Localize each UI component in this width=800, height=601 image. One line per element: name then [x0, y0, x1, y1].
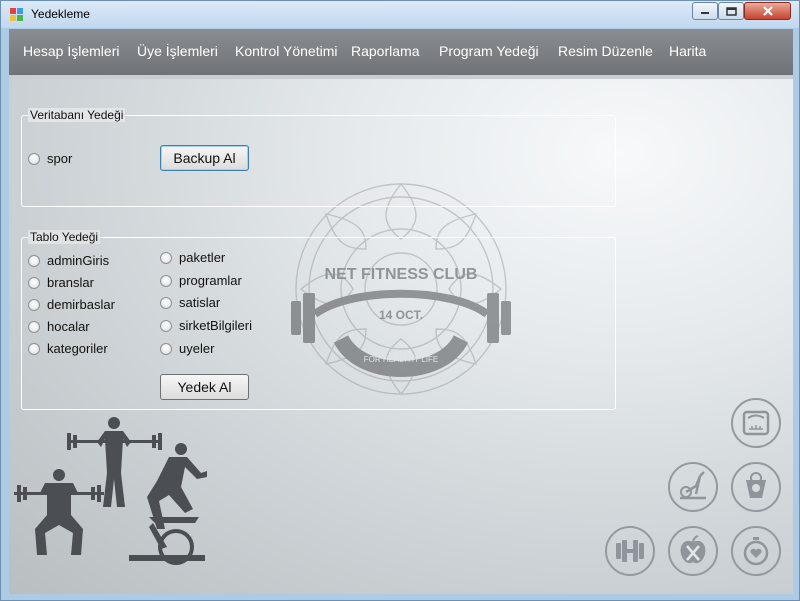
dumbbell-icon[interactable] [605, 526, 655, 576]
radio-programlar[interactable]: programlar [160, 273, 242, 288]
radio-satislar[interactable]: satislar [160, 295, 220, 310]
minimize-icon [701, 12, 709, 14]
radio-label: programlar [179, 273, 242, 288]
radio-label: spor [47, 151, 73, 166]
window-title: Yedekleme [31, 7, 90, 21]
radio-label: paketler [179, 250, 226, 265]
radio-label: branslar [47, 275, 94, 290]
menu-uye-islemleri[interactable]: Üye İşlemleri [137, 43, 218, 59]
database-backup-group: Veritabanı Yedeği spor Backup Al [21, 108, 616, 207]
scale-icon[interactable] [731, 398, 781, 448]
backup-button[interactable]: Backup Al [160, 145, 249, 171]
maximize-button[interactable] [718, 2, 744, 20]
radio-circle[interactable] [28, 320, 40, 333]
radio-label: kategoriler [47, 341, 108, 356]
radio-circle[interactable] [160, 342, 172, 355]
apple-fork-knife-icon[interactable] [668, 526, 718, 576]
radio-label: adminGiris [47, 253, 110, 268]
radio-circle[interactable] [160, 251, 172, 264]
menu-harita[interactable]: Harita [669, 43, 706, 59]
radio-label: uyeler [179, 341, 215, 356]
app-window: Yedekleme NET FITNESS CLUB 14 OCT. FOR H… [0, 0, 800, 601]
stopwatch-heart-icon[interactable] [731, 526, 781, 576]
menu-hesap-islemleri[interactable]: Hesap İşlemleri [23, 43, 119, 59]
radio-paketler[interactable]: paketler [160, 250, 225, 265]
table-backup-button[interactable]: Yedek Al [160, 374, 249, 400]
weight-icon[interactable] [731, 462, 781, 512]
radio-circle[interactable] [160, 274, 172, 287]
app-icon [10, 8, 23, 21]
menu-kontrol-yonetimi[interactable]: Kontrol Yönetimi [235, 43, 337, 59]
exercise-bike-icon[interactable] [668, 462, 718, 512]
radio-uyeler[interactable]: uyeler [160, 341, 214, 356]
close-icon [762, 6, 773, 16]
radio-spor[interactable]: spor [28, 151, 72, 166]
radio-admingiris[interactable]: adminGiris [28, 253, 109, 268]
radio-label: sirketBilgileri [179, 318, 252, 333]
table-backup-group: Tablo Yedeği adminGiris branslar demirba… [21, 230, 616, 410]
radio-circle[interactable] [28, 254, 40, 267]
menu-program-yedegi[interactable]: Program Yedeği [439, 43, 539, 59]
radio-circle[interactable] [28, 298, 40, 311]
radio-hocalar[interactable]: hocalar [28, 319, 90, 334]
minimize-button[interactable] [692, 2, 718, 20]
database-backup-label: Veritabanı Yedeği [28, 108, 126, 122]
radio-demirbaslar[interactable]: demirbaslar [28, 297, 115, 312]
radio-kategoriler[interactable]: kategoriler [28, 341, 108, 356]
radio-circle[interactable] [28, 152, 40, 165]
close-button[interactable] [744, 2, 791, 20]
radio-circle[interactable] [28, 342, 40, 355]
radio-label: hocalar [47, 319, 90, 334]
radio-circle[interactable] [28, 276, 40, 289]
athletes-illustration [14, 417, 207, 565]
menu-raporlama[interactable]: Raporlama [351, 43, 419, 59]
table-backup-label: Tablo Yedeği [28, 230, 101, 244]
radio-circle[interactable] [160, 319, 172, 332]
maximize-icon [725, 6, 737, 16]
title-bar[interactable]: Yedekleme [1, 1, 799, 28]
radio-label: demirbaslar [47, 297, 115, 312]
client-area: NET FITNESS CLUB 14 OCT. FOR HEALTHY LIF… [9, 29, 793, 594]
radio-label: satislar [179, 295, 221, 310]
radio-branslar[interactable]: branslar [28, 275, 94, 290]
radio-sirketbilgileri[interactable]: sirketBilgileri [160, 318, 252, 333]
menu-resim-duzenle[interactable]: Resim Düzenle [558, 43, 653, 59]
menu-bar: Hesap İşlemleri Üye İşlemleri Kontrol Yö… [9, 29, 793, 79]
radio-circle[interactable] [160, 296, 172, 309]
